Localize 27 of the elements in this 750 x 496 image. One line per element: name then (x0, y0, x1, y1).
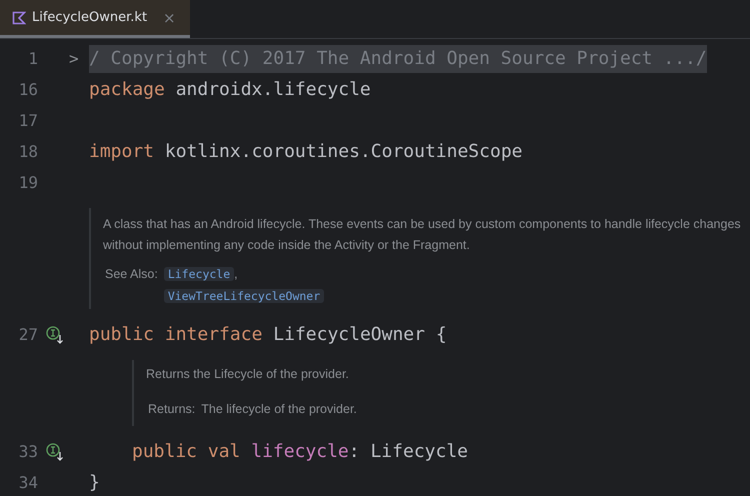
doc-link[interactable]: ViewTreeLifecycleOwner (164, 289, 324, 303)
line-number: 18 (18, 142, 38, 161)
returns-text: The lifecycle of the provider. (201, 401, 357, 418)
doc-text: A class that has an Android lifecycle. These events can be used by custom components to handle lifecycle changes without implementing any code inside the Activity or the Fragment. (103, 216, 742, 254)
separator-text: , (234, 267, 238, 281)
kotlin-file-icon (12, 10, 26, 24)
returns-label: Returns: (148, 401, 196, 418)
implementation-icon[interactable] (46, 326, 64, 344)
line-number: 17 (18, 111, 38, 130)
line-number: 19 (18, 173, 38, 192)
code-line: public interface LifecycleOwner { (89, 322, 447, 346)
see-also-label: See Also: (105, 266, 158, 283)
line-number: 16 (18, 80, 38, 99)
fold-toggle[interactable]: > (69, 49, 79, 68)
code-line: package androidx.lifecycle (89, 78, 371, 102)
code-line: public val lifecycle: Lifecycle (132, 440, 468, 464)
code-line: } (89, 470, 100, 494)
doc-text: Returns the Lifecycle of the provider. (146, 366, 350, 383)
implementation-icon[interactable] (46, 442, 64, 460)
line-number: 34 (18, 473, 38, 492)
line-number: 33 (18, 442, 38, 461)
close-icon[interactable]: × (163, 8, 176, 26)
line-number: 27 (18, 325, 38, 344)
doc-link[interactable]: Lifecycle (164, 267, 234, 281)
line-number: 1 (27, 49, 38, 68)
code-line: import kotlinx.coroutines.CoroutineScope (89, 140, 522, 164)
file-tab[interactable]: LifecycleOwner.kt × (0, 0, 190, 38)
